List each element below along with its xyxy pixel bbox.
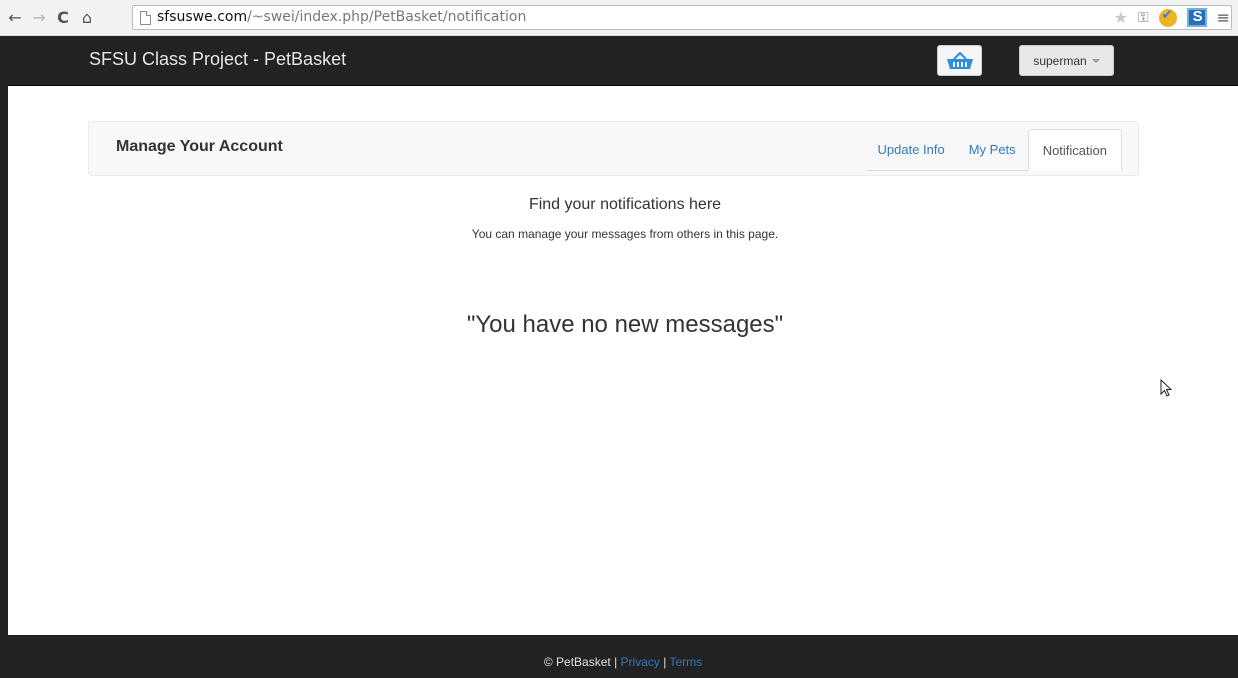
mouse-cursor-icon (1160, 379, 1172, 397)
privacy-link[interactable]: Privacy (621, 655, 660, 669)
page-icon (140, 11, 151, 25)
back-icon[interactable]: ← (6, 8, 24, 28)
url-path: /~swei/index.php/PetBasket/notification (247, 9, 527, 25)
user-dropdown-button[interactable]: superman (1019, 45, 1114, 76)
brand-title[interactable]: SFSU Class Project - PetBasket (89, 49, 346, 70)
account-panel: Manage Your Account Update Info My Pets … (88, 121, 1139, 176)
basket-button[interactable] (937, 45, 982, 76)
footer-separator: | (663, 655, 667, 669)
user-name: superman (1033, 53, 1087, 68)
url-host: sfsuswe.com (157, 9, 248, 25)
left-edge (0, 36, 8, 678)
extensions-area: ★ ⚿ ≡ (1114, 8, 1230, 27)
account-title: Manage Your Account (116, 138, 283, 155)
notifications-heading: Find your notifications here (528, 196, 722, 213)
tab-my-pets[interactable]: My Pets (957, 129, 1028, 170)
footer: © PetBasket | Privacy | Terms (8, 635, 1238, 678)
empty-message: "You have no new messages" (466, 311, 784, 338)
tab-update-info[interactable]: Update Info (866, 129, 957, 170)
menu-icon[interactable]: ≡ (1217, 8, 1230, 27)
tab-notification[interactable]: Notification (1027, 129, 1122, 171)
key-icon[interactable]: ⚿ (1138, 10, 1149, 26)
footer-separator: | (614, 655, 618, 669)
terms-link[interactable]: Terms (669, 655, 702, 669)
extension-s-icon[interactable] (1186, 8, 1207, 27)
caret-down-icon (1091, 58, 1100, 63)
reload-icon[interactable]: C (54, 8, 72, 28)
forward-icon[interactable]: → (30, 8, 48, 28)
app-navbar: SFSU Class Project - PetBasket superman (8, 36, 1238, 86)
basket-icon (946, 51, 973, 69)
notifications-subheading: You can manage your messages from others… (471, 227, 779, 241)
footer-copyright: © PetBasket (543, 655, 611, 669)
extension-check-icon[interactable] (1158, 8, 1177, 27)
account-tabs: Update Info My Pets Notification (865, 129, 1122, 171)
home-icon[interactable]: ⌂ (78, 8, 96, 28)
star-icon[interactable]: ★ (1114, 8, 1128, 27)
browser-toolbar: ← → C ⌂ sfsuswe.com/~swei/index.php/PetB… (0, 0, 1238, 36)
url-text[interactable]: sfsuswe.com/~swei/index.php/PetBasket/no… (157, 9, 526, 25)
address-bar[interactable]: sfsuswe.com/~swei/index.php/PetBasket/no… (132, 5, 1232, 30)
